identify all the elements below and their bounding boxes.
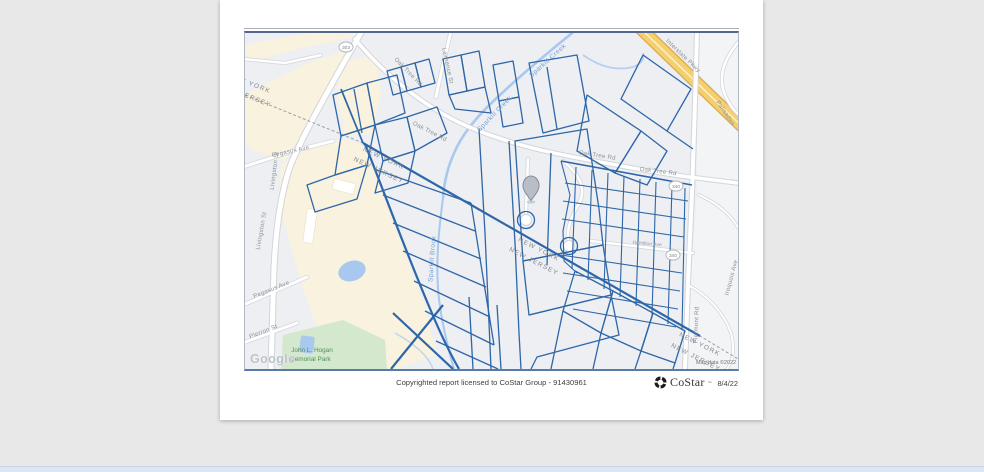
svg-text:340: 340: [669, 253, 677, 259]
costar-brand: CoStar™: [654, 375, 712, 390]
copyright-text: Copyrighted report licensed to CoStar Gr…: [396, 378, 587, 387]
report-page: NEW YORK NEW JERSEY NEW YORK NEW JERSEY …: [220, 0, 763, 420]
park-label-line2: Memorial Park: [289, 356, 331, 363]
report-footer: Copyrighted report licensed to CoStar Gr…: [220, 372, 763, 396]
trademark-symbol: ™: [708, 380, 712, 385]
svg-text:303: 303: [342, 45, 350, 51]
google-logo: Google: [250, 352, 295, 366]
report-date: 8/4/22: [717, 379, 738, 388]
park-label-line1: John L. Hogan: [291, 347, 333, 354]
costar-logo-icon: [654, 376, 667, 389]
map-image: NEW YORK NEW JERSEY NEW YORK NEW JERSEY …: [245, 33, 738, 369]
map-container: NEW YORK NEW JERSEY NEW YORK NEW JERSEY …: [244, 31, 739, 371]
page-divider: [244, 28, 739, 29]
map-data-attribution: Map data ©2022: [696, 359, 736, 366]
cul-de-sac: [521, 215, 532, 226]
bottom-strip: [0, 466, 984, 472]
costar-wordmark: CoStar: [670, 375, 705, 390]
street-label-piermont-rd: Piermont Rd: [693, 307, 700, 344]
svg-text:340: 340: [672, 184, 680, 190]
